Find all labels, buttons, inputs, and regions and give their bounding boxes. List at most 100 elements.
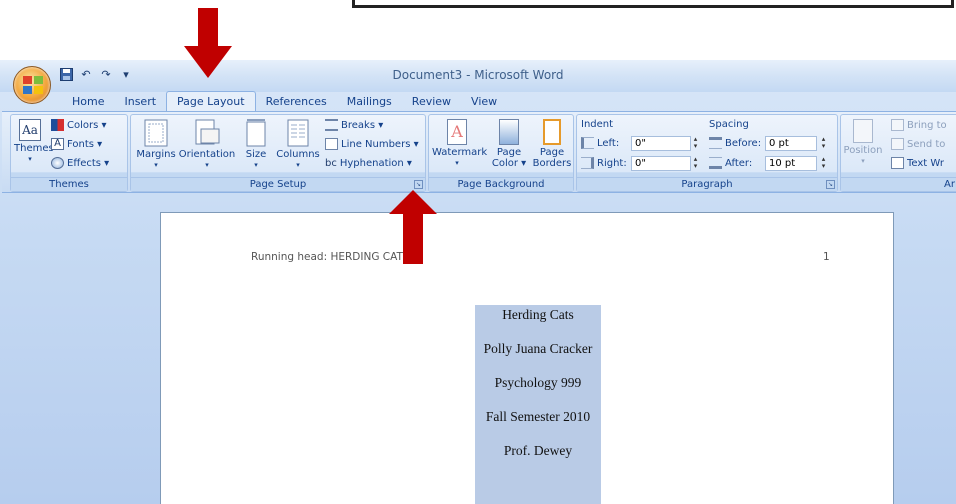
page-setup-dialog-launcher[interactable]: ↘ (414, 180, 423, 189)
spacing-before-label: Before: (725, 137, 762, 149)
arrange-group-label: Ar (841, 177, 956, 191)
themes-button[interactable]: Aa Themes ▾ (14, 119, 54, 165)
themes-dropdown-icon: ▾ (28, 155, 32, 163)
line-numbers-icon (325, 138, 338, 150)
page-setup-group: Margins ▾ Orientation ▾ Size ▾ Columns ▾… (130, 114, 426, 192)
tab-insert[interactable]: Insert (114, 93, 166, 111)
spacing-after-field[interactable]: 10 pt (765, 156, 817, 171)
text-selection (475, 305, 601, 504)
indent-left-icon (581, 137, 594, 149)
page-borders-button[interactable]: Page Borders (531, 119, 573, 169)
effects-label: Effects ▾ (67, 157, 110, 169)
watermark-button[interactable]: A Watermark ▾ (432, 119, 488, 169)
themes-group-label: Themes (11, 177, 127, 191)
orientation-label: Orientation (178, 149, 236, 160)
breaks-label: Breaks ▾ (341, 119, 384, 131)
spacing-after-label-wrap: After: (709, 156, 752, 170)
orientation-dropdown-icon: ▾ (205, 161, 209, 169)
watermark-dropdown-icon: ▾ (455, 159, 459, 167)
bring-to-front-label: Bring to (907, 119, 947, 131)
size-icon (246, 119, 266, 147)
doc-term-line: Fall Semester 2010 (485, 409, 591, 424)
window-title: Document3 - Microsoft Word (392, 68, 564, 82)
callout-frame (352, 0, 954, 8)
send-to-back-label: Send to (907, 138, 946, 150)
margins-icon (144, 119, 168, 147)
paragraph-group-label: Paragraph (577, 177, 837, 191)
columns-button[interactable]: Columns ▾ (275, 119, 321, 171)
themes-icon: Aa (19, 119, 41, 141)
office-button[interactable] (13, 66, 51, 104)
page-borders-label-1: Page (539, 147, 565, 158)
themes-button-label: Themes (14, 143, 54, 154)
tab-mailings[interactable]: Mailings (337, 93, 402, 111)
indent-right-label-wrap: Right: (581, 156, 627, 170)
breaks-button[interactable]: Breaks ▾ (325, 118, 383, 132)
hyphenation-button[interactable]: bc Hyphenation ▾ (325, 156, 412, 170)
fonts-label: Fonts ▾ (67, 138, 103, 150)
watermark-label: Watermark (432, 147, 488, 158)
page-borders-icon (543, 119, 561, 145)
indent-left-field[interactable]: 0" (631, 136, 691, 151)
line-numbers-button[interactable]: Line Numbers ▾ (325, 137, 419, 151)
page-setup-group-label: Page Setup (131, 177, 425, 191)
fonts-button[interactable]: A Fonts ▾ (51, 137, 102, 151)
doc-course-line: Psychology 999 (494, 375, 582, 390)
ribbon-tabs: Home Insert Page Layout References Maili… (62, 91, 507, 111)
doc-instructor-line: Prof. Dewey (503, 443, 573, 458)
quick-access-toolbar: ↶ ↷ ▾ (58, 65, 134, 83)
page-color-icon (499, 119, 519, 145)
text-wrapping-button[interactable]: Text Wr (891, 156, 944, 170)
page-borders-label-2: Borders (532, 158, 572, 169)
colors-button[interactable]: Colors ▾ (51, 118, 107, 132)
doc-author-line: Polly Juana Cracker (483, 341, 593, 356)
ribbon: Aa Themes ▾ Colors ▾ A Fonts ▾ Effects ▾… (2, 111, 956, 193)
bring-to-front-button[interactable]: Bring to (891, 118, 947, 132)
indent-left-label-wrap: Left: (581, 136, 619, 150)
margins-button[interactable]: Margins ▾ (135, 119, 177, 171)
themes-group: Aa Themes ▾ Colors ▾ A Fonts ▾ Effects ▾… (10, 114, 128, 192)
line-numbers-label: Line Numbers ▾ (341, 138, 419, 150)
colors-label: Colors ▾ (67, 119, 107, 131)
spacing-before-icon (709, 137, 722, 149)
tab-references[interactable]: References (256, 93, 337, 111)
send-to-back-button[interactable]: Send to (891, 137, 945, 151)
arrow-down-icon (184, 8, 232, 78)
effects-button[interactable]: Effects ▾ (51, 156, 109, 170)
spacing-before-field[interactable]: 0 pt (765, 136, 817, 151)
indent-right-spinner[interactable]: ▴ ▾ (691, 156, 700, 171)
page-background-group-label: Page Background (429, 177, 573, 191)
customize-qat-icon[interactable]: ▾ (118, 66, 134, 82)
margins-label: Margins (136, 149, 176, 160)
tab-review[interactable]: Review (402, 93, 461, 111)
tab-page-layout[interactable]: Page Layout (166, 91, 256, 111)
spacing-after-spinner[interactable]: ▴ ▾ (819, 156, 828, 171)
document-page[interactable]: Running head: HERDING CATS 1 Herding Cat… (160, 212, 894, 504)
indent-left-spinner[interactable]: ▴ ▾ (691, 136, 700, 151)
hyphenation-label: Hyphenation ▾ (339, 157, 412, 169)
page-color-button[interactable]: Page Color ▾ (487, 119, 531, 169)
indent-right-field[interactable]: 0" (631, 156, 691, 171)
bring-to-front-icon (891, 119, 904, 131)
page-color-label-2: Color ▾ (491, 158, 527, 169)
size-button[interactable]: Size ▾ (241, 119, 271, 171)
tab-view[interactable]: View (461, 93, 507, 111)
orientation-button[interactable]: Orientation ▾ (177, 119, 237, 171)
paragraph-dialog-launcher[interactable]: ↘ (826, 180, 835, 189)
redo-icon[interactable]: ↷ (98, 66, 114, 82)
hyphenation-icon: bc (325, 157, 337, 169)
save-icon[interactable] (58, 66, 74, 82)
send-to-back-icon (891, 138, 904, 150)
effects-icon (51, 157, 64, 169)
spacing-heading: Spacing (709, 118, 749, 130)
tab-home[interactable]: Home (62, 93, 114, 111)
breaks-icon (325, 119, 338, 131)
spacing-before-spinner[interactable]: ▴ ▾ (819, 136, 828, 151)
orientation-icon (195, 119, 220, 145)
undo-icon[interactable]: ↶ (78, 66, 94, 82)
columns-icon (287, 119, 309, 147)
position-button[interactable]: Position ▾ (843, 119, 883, 167)
position-icon (853, 119, 873, 143)
indent-left-label: Left: (597, 137, 620, 149)
office-logo-icon (23, 76, 43, 94)
